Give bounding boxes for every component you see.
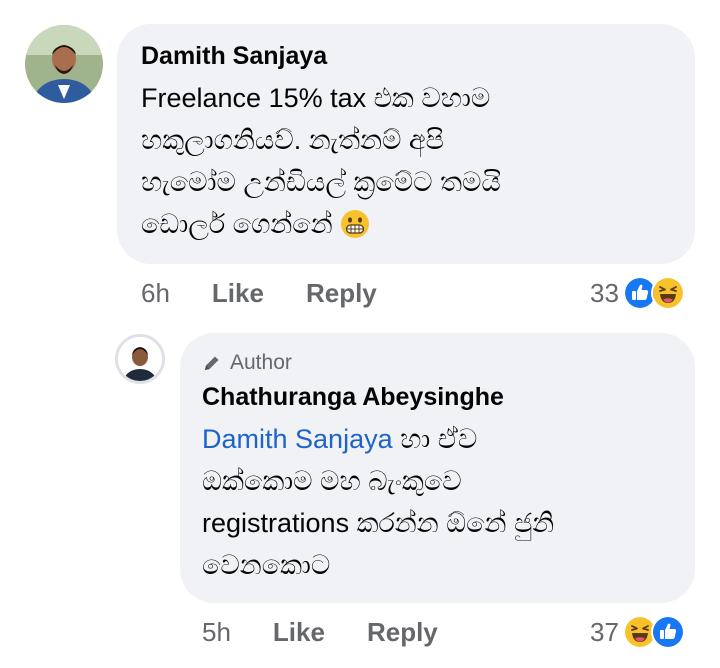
reply-line: registrations කරන්න ඕනේ ජුනි [202,508,555,538]
reply-actions: 5h Like Reply [202,616,438,648]
reply-line: හා ඒව [392,424,478,454]
commenter-avatar[interactable] [25,25,103,103]
reaction-summary[interactable]: 37 [590,615,685,649]
like-reaction-icon [650,615,685,649]
comment-bubble: Damith Sanjaya Freelance 15% tax එක වහාම… [117,24,695,264]
pencil-icon [205,356,219,370]
comment-text: Freelance 15% tax එක වහාම හකුලාගනියව්. න… [141,77,671,251]
reply-button[interactable]: Reply [367,617,438,648]
reaction-summary[interactable]: 33 [590,276,685,310]
reaction-count: 37 [590,616,619,647]
reaction-count: 33 [590,277,619,308]
like-button[interactable]: Like [273,617,325,648]
commenter-name[interactable]: Damith Sanjaya [141,42,671,71]
reply-bubble: Author Chathuranga Abeysinghe Damith San… [180,333,695,603]
reply-text: Damith Sanjaya හා ඒව ඔක්කොම මහ බැංකුවෙ r… [202,418,671,586]
comment-timestamp[interactable]: 6h [141,278,170,309]
mention-link[interactable]: Damith Sanjaya [202,424,393,454]
comment-actions: 6h Like Reply [141,277,377,309]
reply-line: ඔක්කොම මහ බැංකුවෙ [202,466,462,496]
reply-line: වෙනකොට [202,550,331,580]
reply-author-name[interactable]: Chathuranga Abeysinghe [202,383,671,412]
haha-reaction-icon [650,276,685,310]
author-badge: Author [202,351,671,375]
author-badge-label: Author [230,351,292,374]
reply-button[interactable]: Reply [306,278,377,309]
like-button[interactable]: Like [212,278,264,309]
comment-line: හකුලාගනියව්. නැත්නම් අපි [141,125,444,155]
reply-timestamp[interactable]: 5h [202,617,231,648]
comment-line: ඩොලර් ගෙන්නේ [141,209,333,239]
comment-line: හැමෝම උන්ඩියල් ක්‍රමේට තමයි [141,167,501,197]
comment-line: Freelance 15% tax එක වහාම [141,83,491,113]
reply-author-avatar[interactable] [115,334,165,384]
grimacing-face-emoji-icon [340,209,370,251]
